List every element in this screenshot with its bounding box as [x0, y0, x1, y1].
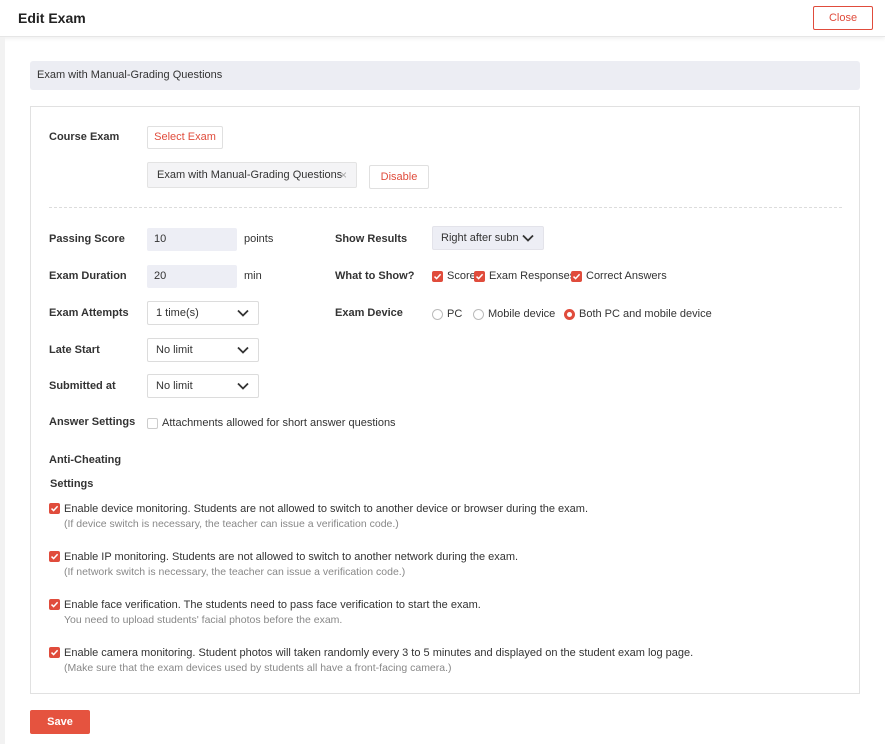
- selected-exam-tag: Exam with Manual-Grading Questions ×: [147, 162, 357, 188]
- close-button[interactable]: Close: [813, 6, 873, 30]
- face-verification-checkbox[interactable]: [49, 599, 60, 610]
- exam-duration-input[interactable]: 20: [147, 265, 237, 288]
- exam-device-label: Exam Device: [335, 307, 403, 319]
- ip-monitoring-checkbox[interactable]: [49, 551, 60, 562]
- passing-score-input[interactable]: 10: [147, 228, 237, 251]
- exam-attempts-value: 1 time(s): [156, 307, 199, 319]
- check-icon: [50, 601, 59, 608]
- late-start-value: No limit: [156, 344, 193, 356]
- passing-score-label: Passing Score: [49, 233, 125, 245]
- score-option-label: Score: [447, 270, 476, 282]
- chevron-down-icon: [237, 346, 249, 354]
- both-devices-radio[interactable]: [564, 309, 575, 320]
- pc-radio[interactable]: [432, 309, 443, 320]
- show-results-label: Show Results: [335, 233, 408, 245]
- late-start-label: Late Start: [49, 344, 100, 356]
- save-button[interactable]: Save: [30, 710, 90, 734]
- camera-monitoring-text: Enable camera monitoring. Student photos…: [64, 647, 694, 659]
- submitted-at-select[interactable]: No limit: [147, 374, 259, 398]
- exam-attempts-select[interactable]: 1 time(s): [147, 301, 259, 325]
- exam-duration-label: Exam Duration: [49, 270, 127, 282]
- device-monitoring-text: Enable device monitoring. Students are n…: [64, 503, 589, 515]
- disable-button[interactable]: Disable: [369, 165, 429, 189]
- chevron-down-icon: [522, 234, 534, 242]
- check-icon: [433, 273, 442, 280]
- attachments-option-label: Attachments allowed for short answer que…: [162, 417, 396, 429]
- check-icon: [50, 505, 59, 512]
- check-icon: [475, 273, 484, 280]
- remove-tag-icon[interactable]: ×: [340, 163, 347, 187]
- correct-answers-option-label: Correct Answers: [586, 270, 667, 282]
- score-checkbox[interactable]: [432, 271, 443, 282]
- check-icon: [572, 273, 581, 280]
- both-devices-option-label: Both PC and mobile device: [579, 308, 712, 320]
- select-exam-button[interactable]: Select Exam: [147, 126, 223, 149]
- answer-settings-label: Answer Settings: [49, 416, 136, 428]
- show-results-select[interactable]: Right after subn: [432, 226, 544, 250]
- submitted-at-label: Submitted at: [49, 380, 116, 392]
- camera-monitoring-checkbox[interactable]: [49, 647, 60, 658]
- mobile-device-radio[interactable]: [473, 309, 484, 320]
- late-start-select[interactable]: No limit: [147, 338, 259, 362]
- device-monitoring-checkbox[interactable]: [49, 503, 60, 514]
- pc-option-label: PC: [447, 308, 463, 320]
- check-icon: [50, 649, 59, 656]
- exam-responses-option-label: Exam Responses: [489, 270, 576, 282]
- chevron-down-icon: [237, 309, 249, 317]
- dialog-title: Edit Exam: [18, 10, 86, 26]
- dialog-header: Edit Exam Close: [0, 0, 885, 37]
- ip-monitoring-text: Enable IP monitoring. Students are not a…: [64, 551, 519, 563]
- camera-monitoring-note: (Make sure that the exam devices used by…: [64, 662, 452, 674]
- chevron-down-icon: [237, 382, 249, 390]
- anti-cheating-label-line2: Settings: [50, 478, 94, 490]
- mobile-device-option-label: Mobile device: [488, 308, 556, 320]
- face-verification-note: You need to upload students' facial phot…: [64, 614, 343, 626]
- exam-name-bar: Exam with Manual-Grading Questions: [30, 61, 860, 90]
- passing-score-unit: points: [244, 233, 274, 245]
- show-results-value: Right after subn: [441, 232, 519, 244]
- divider: [49, 207, 842, 208]
- exam-attempts-label: Exam Attempts: [49, 307, 129, 319]
- correct-answers-checkbox[interactable]: [571, 271, 582, 282]
- exam-responses-checkbox[interactable]: [474, 271, 485, 282]
- check-icon: [50, 553, 59, 560]
- anti-cheating-label: Anti-Cheating: [49, 454, 122, 466]
- device-monitoring-note: (If device switch is necessary, the teac…: [64, 518, 399, 530]
- exam-duration-unit: min: [244, 270, 262, 282]
- face-verification-text: Enable face verification. The students n…: [64, 599, 481, 611]
- attachments-checkbox[interactable]: [147, 418, 158, 429]
- submitted-at-value: No limit: [156, 380, 193, 392]
- ip-monitoring-note: (If network switch is necessary, the tea…: [64, 566, 406, 578]
- course-exam-label: Course Exam: [49, 131, 120, 143]
- what-to-show-label: What to Show?: [335, 270, 415, 282]
- left-edge: [0, 37, 5, 744]
- selected-exam-name: Exam with Manual-Grading Questions: [157, 169, 343, 181]
